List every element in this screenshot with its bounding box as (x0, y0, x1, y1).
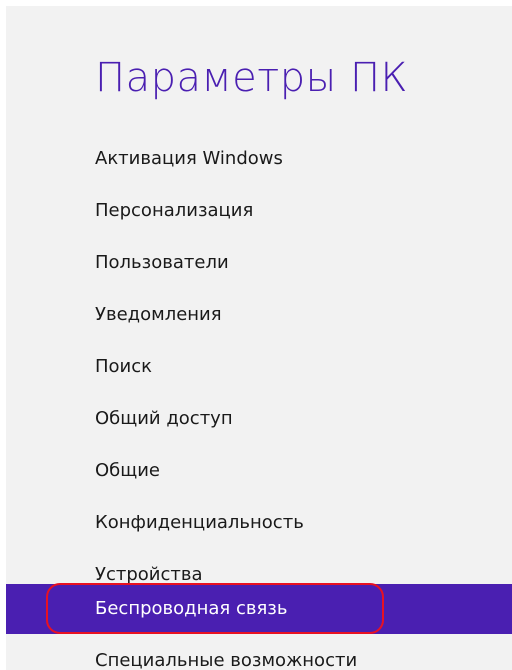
nav-item-label: Уведомления (95, 304, 222, 325)
nav-item-sharing[interactable]: Общий доступ (6, 394, 512, 444)
nav-item-accessibility[interactable]: Специальные возможности (6, 636, 512, 670)
nav-item-wireless[interactable]: Беспроводная связь (6, 584, 512, 634)
nav-item-notifications[interactable]: Уведомления (6, 290, 512, 340)
nav-item-label: Общие (95, 460, 160, 481)
nav-item-label: Персонализация (95, 200, 254, 221)
nav-item-label: Пользователи (95, 252, 229, 273)
nav-item-activation[interactable]: Активация Windows (6, 134, 512, 184)
nav-item-label: Поиск (95, 356, 153, 377)
nav-item-general[interactable]: Общие (6, 446, 512, 496)
nav-item-personalization[interactable]: Персонализация (6, 186, 512, 236)
nav-item-label: Устройства (95, 564, 203, 585)
nav-item-users[interactable]: Пользователи (6, 238, 512, 288)
nav-item-label: Общий доступ (95, 408, 233, 429)
nav-item-privacy[interactable]: Конфиденциальность (6, 498, 512, 548)
nav-item-label: Конфиденциальность (95, 512, 304, 533)
nav-item-label: Беспроводная связь (95, 598, 288, 619)
nav-item-search[interactable]: Поиск (6, 342, 512, 392)
nav-item-label: Специальные возможности (95, 650, 358, 670)
nav-item-label: Активация Windows (95, 148, 283, 169)
settings-nav-panel: Параметры ПК Активация Windows Персонали… (6, 6, 512, 670)
page-title: Параметры ПК (95, 55, 408, 101)
